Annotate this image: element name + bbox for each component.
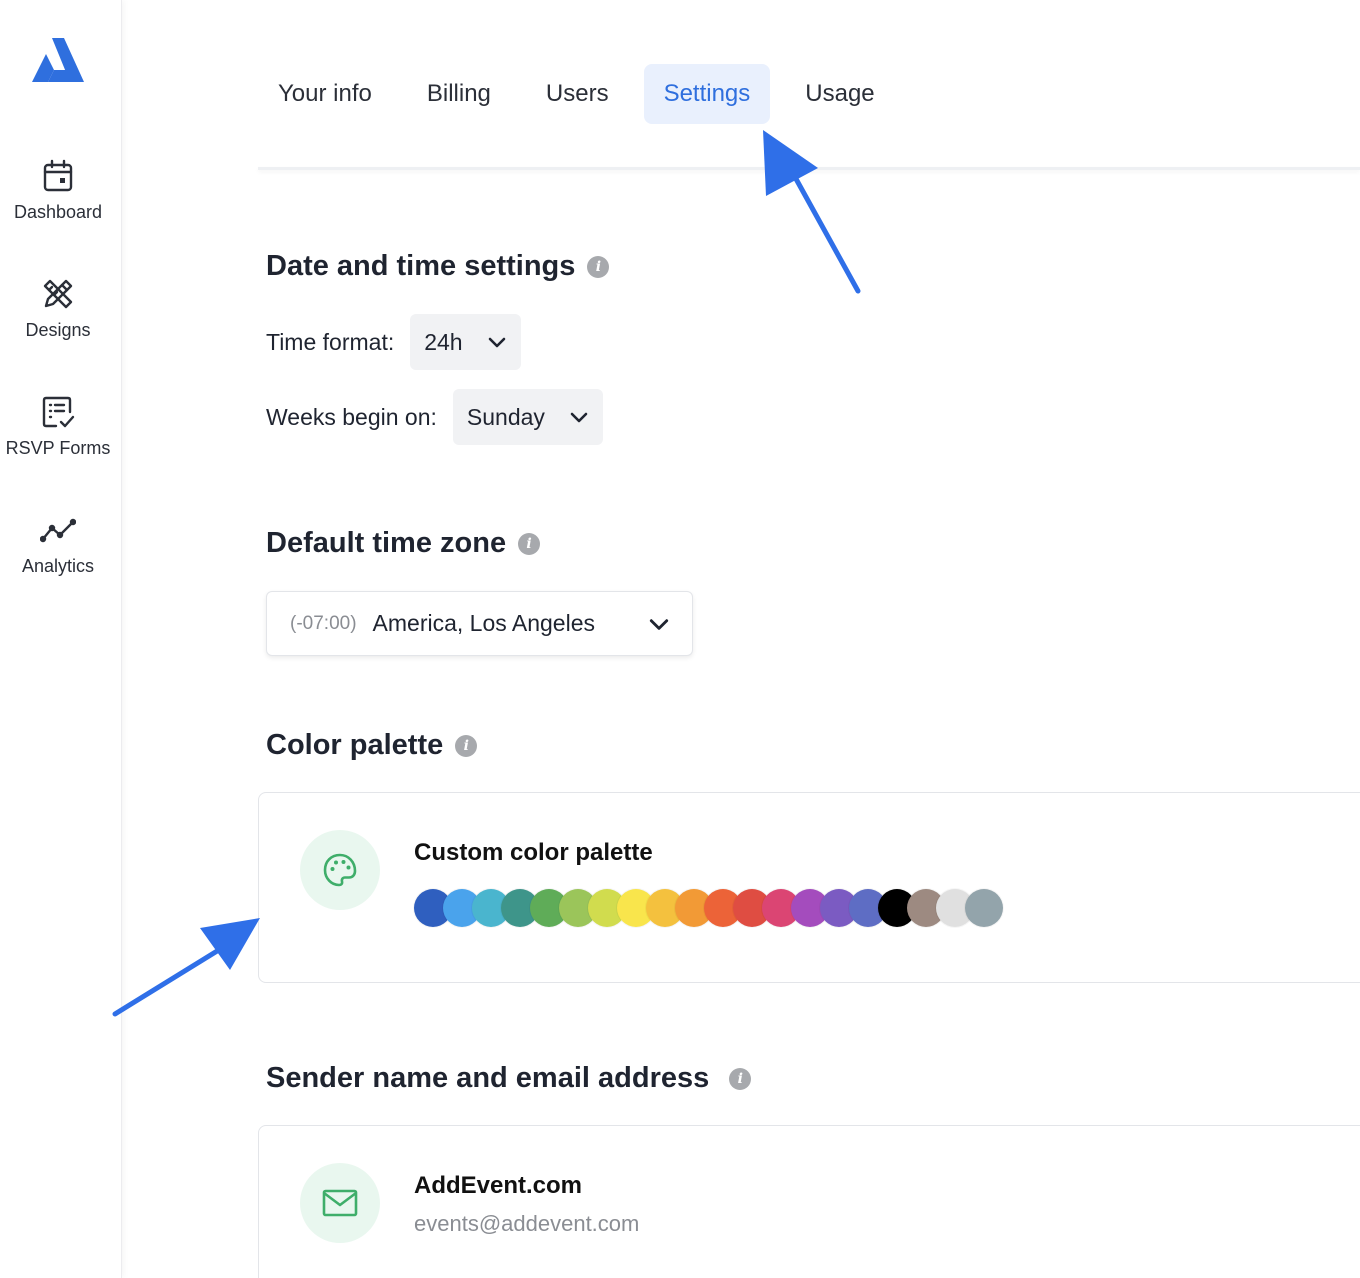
sender-section-title: Sender name and email address i (266, 1062, 752, 1095)
sidebar-item-label: Designs (25, 320, 91, 340)
sidebar-item-designs[interactable]: Designs (0, 276, 116, 341)
tab-usage[interactable]: Usage (785, 64, 894, 124)
palette-card-title: Custom color palette (414, 839, 653, 866)
tab-settings[interactable]: Settings (643, 64, 771, 124)
sidebar-item-label: Dashboard (13, 202, 103, 222)
sidebar-item-label: RSVP Forms (5, 438, 111, 458)
date-time-section-title: Date and time settings i (266, 250, 610, 283)
sidebar-item-analytics[interactable]: Analytics (0, 512, 116, 577)
tabs-divider (258, 167, 1360, 170)
timezone-select[interactable]: (-07:00) America, Los Angeles (266, 591, 693, 656)
sender-email: events@addevent.com (414, 1211, 640, 1236)
palette-icon (323, 853, 357, 887)
week-start-value: Sunday (466, 403, 545, 430)
timezone-offset: (-07:00) (290, 612, 357, 634)
addevent-logo[interactable] (30, 36, 86, 86)
sender-card[interactable]: AddEvent.com events@addevent.com (258, 1125, 1360, 1278)
section-title-text: Color palette (266, 729, 444, 761)
chevron-down-icon (570, 412, 588, 423)
info-icon[interactable]: i (518, 532, 541, 555)
chevron-down-icon (649, 618, 669, 630)
timezone-name: America, Los Angeles (372, 610, 595, 636)
calendar-icon (43, 159, 73, 192)
time-format-label: Time format: (266, 328, 395, 355)
settings-tabs: Your info Billing Users Settings Usage (258, 60, 910, 128)
tab-billing[interactable]: Billing (407, 64, 511, 124)
section-title-text: Date and time settings (266, 250, 576, 282)
section-title-text: Default time zone (266, 527, 507, 559)
chevron-down-icon (488, 337, 505, 348)
color-palette-section-title: Color palette i (266, 729, 478, 762)
mail-icon-badge (300, 1163, 380, 1243)
timezone-section-title: Default time zone i (266, 527, 541, 560)
color-palette-card[interactable]: Custom color palette (258, 792, 1360, 983)
section-title-text: Sender name and email address (266, 1062, 710, 1094)
time-format-row: Time format: 24h (266, 314, 521, 370)
sidebar-item-dashboard[interactable]: Dashboard (0, 158, 116, 223)
design-tools-icon (43, 279, 73, 309)
week-start-select[interactable]: Sunday (452, 389, 603, 445)
week-start-row: Weeks begin on: Sunday (266, 389, 603, 445)
palette-icon-badge (300, 830, 380, 910)
sidebar-item-rsvp-forms[interactable]: RSVP Forms (0, 394, 116, 459)
week-start-label: Weeks begin on: (266, 403, 437, 430)
color-swatch[interactable] (965, 889, 1003, 927)
tab-your-info[interactable]: Your info (258, 64, 392, 124)
time-format-value: 24h (424, 328, 463, 355)
sender-name: AddEvent.com (414, 1172, 583, 1199)
info-icon[interactable]: i (729, 1067, 752, 1090)
sidebar-item-label: Analytics (21, 556, 95, 576)
sidebar: Dashboard Designs RSVP Forms Analytics (0, 0, 122, 1278)
mail-icon (322, 1189, 358, 1217)
tab-users[interactable]: Users (526, 64, 629, 124)
time-format-select[interactable]: 24h (410, 314, 521, 370)
info-icon[interactable]: i (587, 255, 610, 278)
form-check-icon (42, 396, 75, 428)
arrow-to-settings-tab (763, 130, 861, 294)
arrow-to-palette-card (112, 918, 260, 1017)
analytics-line-icon (40, 518, 76, 543)
info-icon[interactable]: i (455, 734, 478, 757)
